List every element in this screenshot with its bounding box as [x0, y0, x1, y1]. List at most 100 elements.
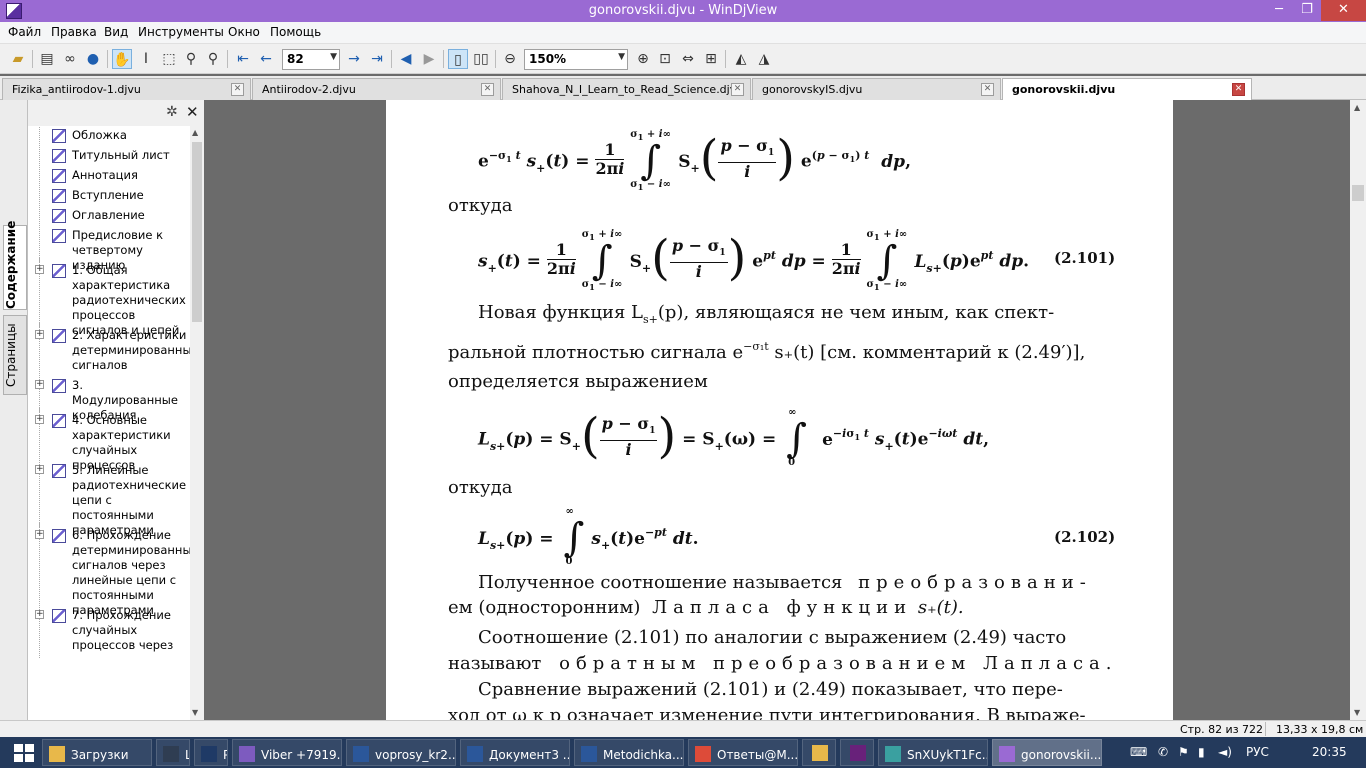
expand-plus-icon[interactable]: +: [35, 465, 44, 474]
restore-button[interactable]: ❐: [1293, 0, 1321, 21]
taskbar-item[interactable]: gonorovskii....: [992, 739, 1102, 766]
fit-width-icon[interactable]: ⇔: [678, 49, 698, 69]
taskbar-item[interactable]: Lr: [156, 739, 190, 766]
toc-item[interactable]: Аннотация: [28, 163, 190, 188]
settings-gear-icon[interactable]: ✲: [166, 104, 178, 120]
chevron-down-icon: ▼: [618, 52, 625, 62]
document-view[interactable]: e−σ1 t s+(t) = 1 2πi σ1 + i∞ ∫ σ1 − i∞ S+…: [210, 100, 1350, 720]
toc-item[interactable]: Титульный лист: [28, 143, 190, 168]
scroll-down-icon[interactable]: ▼: [1354, 708, 1360, 717]
last-page-icon[interactable]: ⇥: [367, 49, 387, 69]
toc-item[interactable]: +6. Прохождение детерминированных сигнал…: [28, 523, 190, 617]
contents-scrollbar[interactable]: ▲ ▼: [190, 126, 204, 720]
toc-item[interactable]: +7. Прохождение случайных процессов чере…: [28, 603, 190, 658]
print-icon[interactable]: ▤: [37, 49, 57, 69]
close-tab-icon[interactable]: ✕: [481, 83, 494, 96]
zoom-out-tool-icon[interactable]: ⚲: [203, 49, 223, 69]
toc-item[interactable]: +2. Характеристики детерминированных сиг…: [28, 323, 190, 378]
menu-view[interactable]: Вид: [104, 25, 128, 39]
rect-select-icon[interactable]: ⬚: [159, 49, 179, 69]
tab-gonorovskyis[interactable]: gonorovskyIS.djvu ✕: [752, 78, 1001, 100]
document-scrollbar[interactable]: ▲ ▼: [1350, 100, 1366, 720]
first-page-icon[interactable]: ⇤: [233, 49, 253, 69]
flag-icon[interactable]: ⚑: [1178, 745, 1189, 759]
tab-shahova[interactable]: Shahova_N_I_Learn_to_Read_Science.djvu ✕: [502, 78, 751, 100]
prev-page-icon[interactable]: ←: [256, 49, 276, 69]
taskbar-item[interactable]: Загрузки: [42, 739, 152, 766]
toc-item[interactable]: Вступление: [28, 183, 190, 208]
toc-item[interactable]: Оглавление: [28, 203, 190, 228]
toc-item[interactable]: +3. Модулированные колебания: [28, 373, 190, 422]
rotate-right-icon[interactable]: ◮: [754, 49, 774, 69]
hand-tool-icon[interactable]: ✋: [112, 49, 132, 69]
menu-file[interactable]: Файл: [8, 25, 41, 39]
menu-window[interactable]: Окно: [228, 25, 260, 39]
zoom-in-icon[interactable]: ⊕: [633, 49, 653, 69]
taskbar-item[interactable]: SnXUykT1Fc...: [878, 739, 988, 766]
close-tab-icon[interactable]: ✕: [981, 83, 994, 96]
tab-fizika-antiirodov[interactable]: Fizika_antiirodov-1.djvu ✕: [2, 78, 251, 100]
network-icon[interactable]: ▮: [1198, 745, 1205, 759]
viber-tray-icon[interactable]: ✆: [1158, 745, 1168, 759]
volume-icon[interactable]: ◄): [1218, 745, 1232, 759]
zoom-in-tool-icon[interactable]: ⚲: [181, 49, 201, 69]
toc-item[interactable]: Предисловие к четвертому изданию: [28, 223, 190, 272]
page-number-combo[interactable]: 82 ▼: [282, 49, 340, 70]
taskbar-item[interactable]: Ps: [194, 739, 228, 766]
close-panel-icon[interactable]: ✕: [186, 103, 199, 121]
scrollbar-thumb[interactable]: [1352, 185, 1364, 201]
forward-icon[interactable]: ▶: [419, 49, 439, 69]
tab-contents[interactable]: Содержание: [3, 221, 27, 310]
fit-page-icon[interactable]: ⊡: [655, 49, 675, 69]
tab-pages[interactable]: Страницы: [3, 315, 27, 395]
close-tab-icon[interactable]: ✕: [731, 83, 744, 96]
expand-plus-icon[interactable]: +: [35, 330, 44, 339]
menu-tools[interactable]: Инструменты: [138, 25, 224, 39]
taskbar-item[interactable]: Viber +7919...: [232, 739, 342, 766]
close-window-button[interactable]: ✕: [1321, 0, 1366, 21]
close-tab-icon[interactable]: ✕: [231, 83, 244, 96]
minimize-button[interactable]: ─: [1265, 0, 1293, 21]
scrollbar-thumb[interactable]: [192, 142, 202, 322]
expand-plus-icon[interactable]: +: [35, 415, 44, 424]
tab-antiirodov-2[interactable]: Antiirodov-2.djvu ✕: [252, 78, 501, 100]
info-icon[interactable]: ●: [83, 49, 103, 69]
toc-item[interactable]: Обложка: [28, 126, 190, 148]
menu-help[interactable]: Помощь: [270, 25, 321, 39]
toc-item[interactable]: +5. Линейные радиотехнические цепи с пос…: [28, 458, 190, 537]
taskbar-item[interactable]: Ответы@M...: [688, 739, 798, 766]
windows-start-icon[interactable]: [14, 744, 34, 762]
back-icon[interactable]: ◀: [396, 49, 416, 69]
taskbar-item[interactable]: Документ3 ...: [460, 739, 570, 766]
scroll-up-icon[interactable]: ▲: [1354, 103, 1360, 112]
clock[interactable]: 20:35: [1312, 745, 1347, 759]
toc-item[interactable]: +4. Основные характеристики случайных пр…: [28, 408, 190, 472]
taskbar-item-label: Ps: [223, 748, 227, 762]
taskbar-item[interactable]: [802, 739, 836, 766]
language-indicator[interactable]: РУС: [1246, 745, 1269, 759]
facing-pages-icon[interactable]: ▯▯: [471, 49, 491, 69]
rotate-left-icon[interactable]: ◭: [731, 49, 751, 69]
scroll-down-icon[interactable]: ▼: [192, 708, 198, 717]
toc-item[interactable]: +1. Общая характеристика радиотехнически…: [28, 258, 190, 337]
single-page-view-icon[interactable]: ▯: [448, 49, 468, 69]
text-select-icon[interactable]: I: [136, 49, 156, 69]
open-folder-icon[interactable]: ▰: [8, 49, 28, 69]
expand-plus-icon[interactable]: +: [35, 530, 44, 539]
find-binoculars-icon[interactable]: ∞: [60, 49, 80, 69]
expand-plus-icon[interactable]: +: [35, 265, 44, 274]
tab-gonorovskii[interactable]: gonorovskii.djvu ✕: [1002, 78, 1252, 101]
zoom-out-icon[interactable]: ⊖: [500, 49, 520, 69]
scroll-up-icon[interactable]: ▲: [192, 128, 198, 137]
zoom-combo[interactable]: 150% ▼: [524, 49, 628, 70]
expand-plus-icon[interactable]: +: [35, 610, 44, 619]
expand-plus-icon[interactable]: +: [35, 380, 44, 389]
close-tab-icon[interactable]: ✕: [1232, 83, 1245, 96]
taskbar-item[interactable]: [840, 739, 874, 766]
taskbar-item[interactable]: Metodichka....: [574, 739, 684, 766]
keyboard-icon[interactable]: ⌨: [1130, 745, 1147, 759]
taskbar-item[interactable]: voprosy_kr2....: [346, 739, 456, 766]
menu-edit[interactable]: Правка: [51, 25, 97, 39]
next-page-icon[interactable]: →: [344, 49, 364, 69]
actual-size-icon[interactable]: ⊞: [701, 49, 721, 69]
